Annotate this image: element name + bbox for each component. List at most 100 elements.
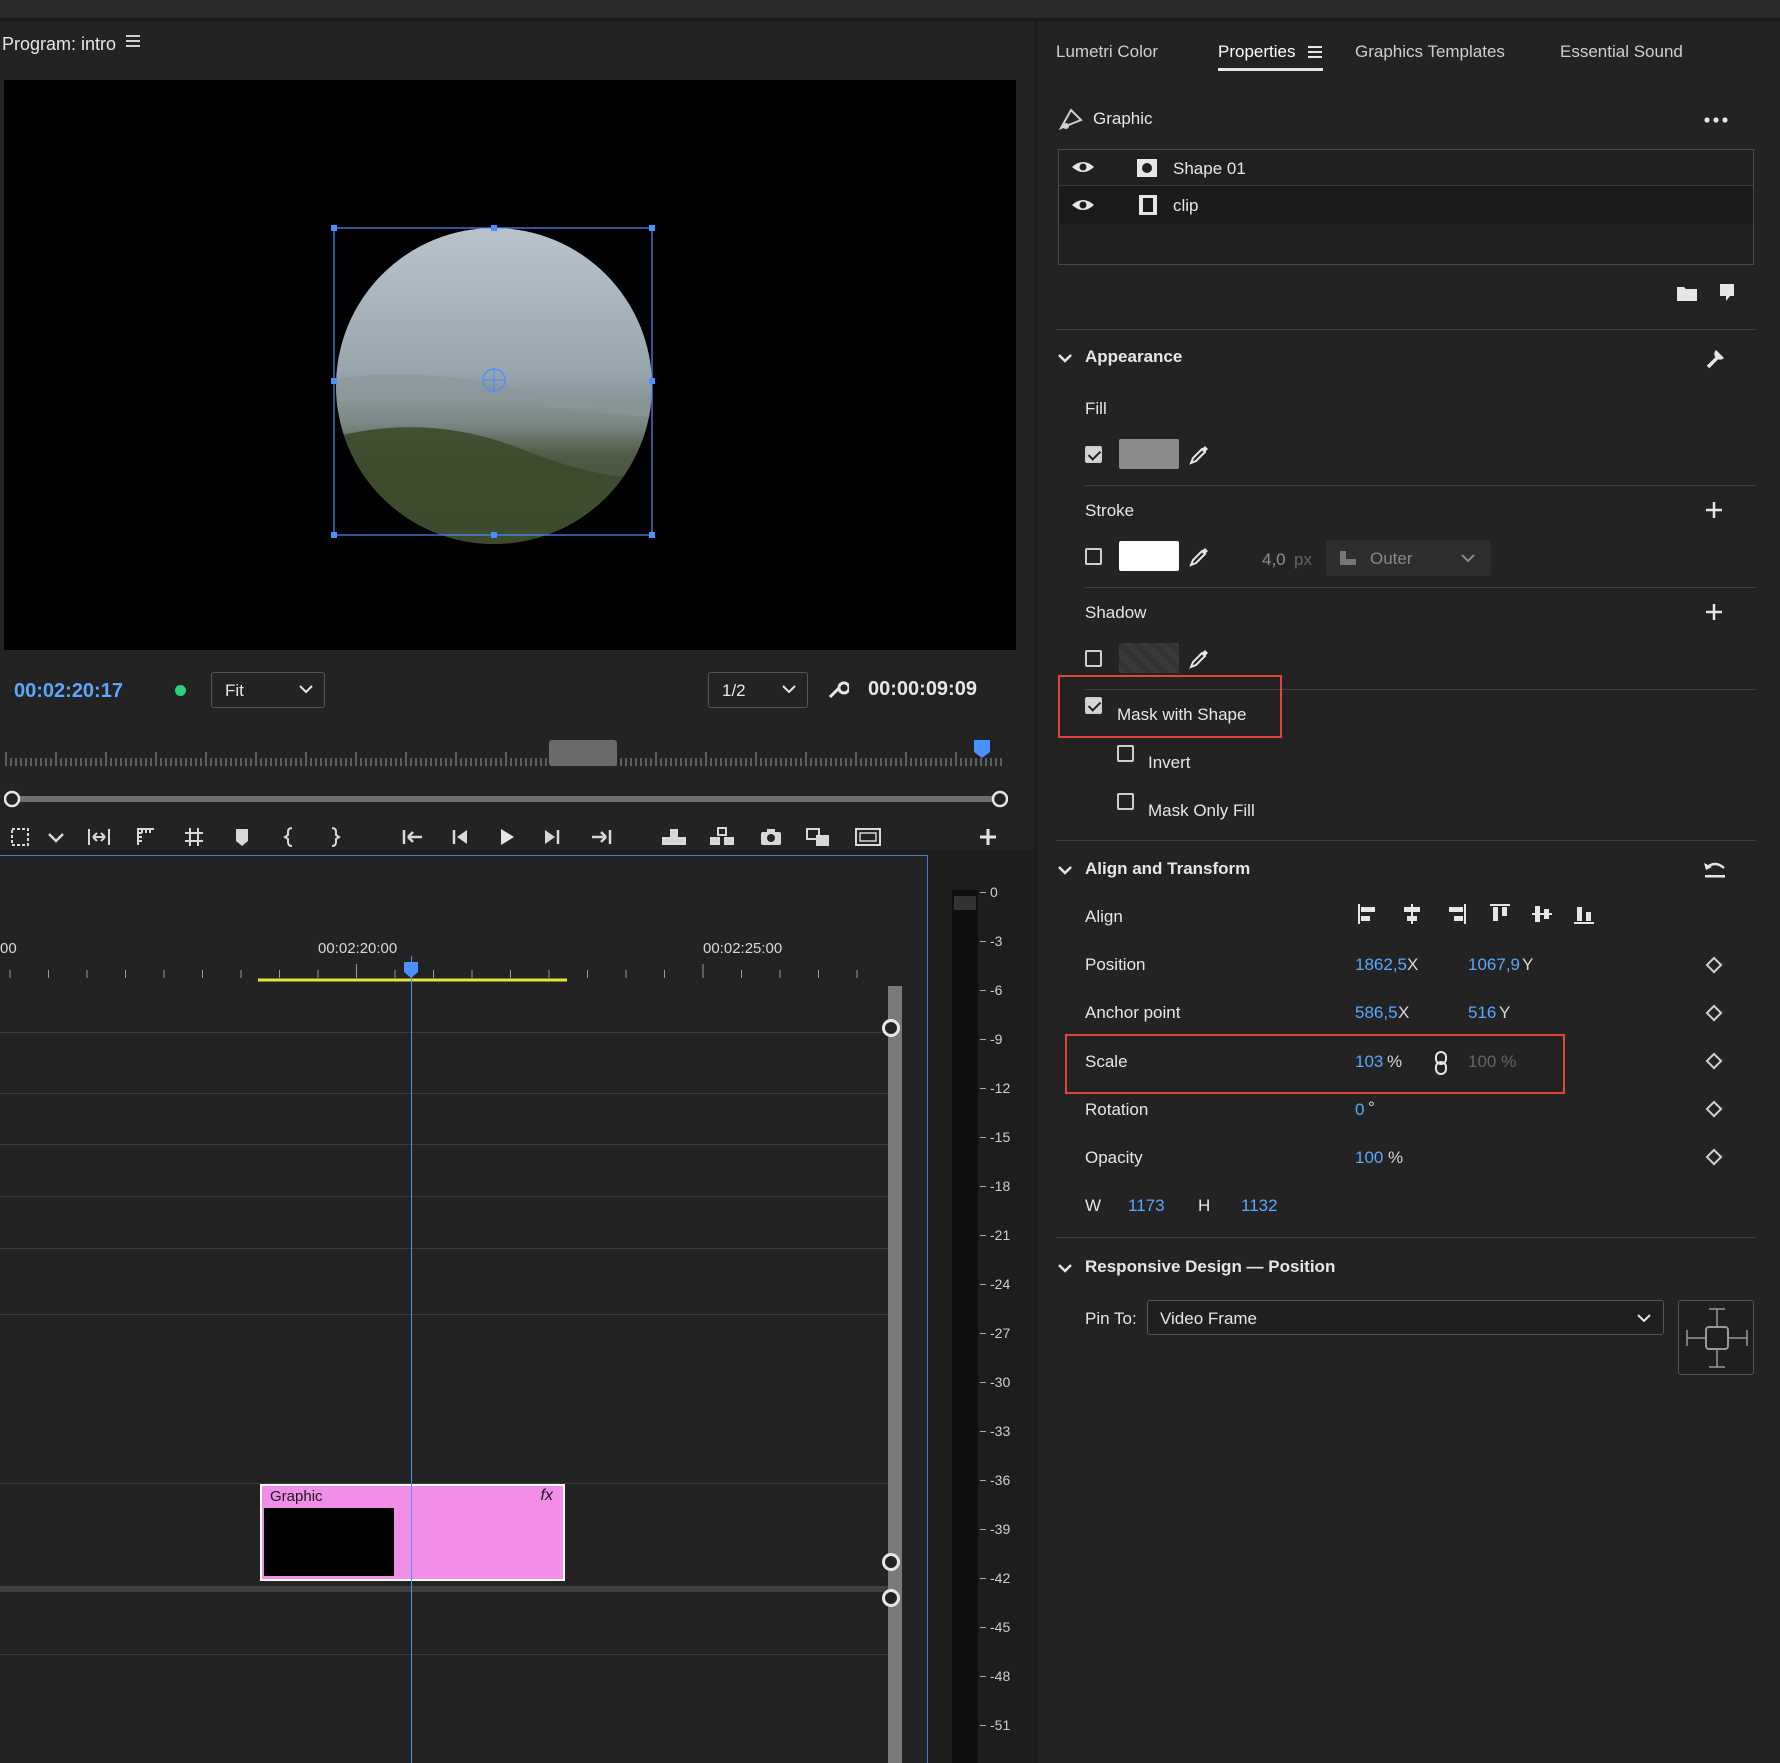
more-options-icon[interactable] bbox=[1704, 116, 1728, 124]
add-shadow-plus-icon[interactable] bbox=[1704, 602, 1724, 622]
mark-in-icon[interactable] bbox=[278, 825, 304, 851]
align-bottom-icon[interactable] bbox=[1572, 902, 1596, 926]
keyframe-toggle-icon[interactable] bbox=[1705, 1004, 1723, 1022]
scroll-handle[interactable] bbox=[882, 1553, 900, 1571]
layer-row[interactable]: Shape 01 bbox=[1059, 150, 1753, 186]
eyedropper-icon[interactable] bbox=[1188, 646, 1212, 670]
playback-resolution-dropdown[interactable]: 1/2 bbox=[708, 672, 808, 708]
appearance-section-title[interactable]: Appearance bbox=[1085, 347, 1182, 367]
chevron-down-icon[interactable] bbox=[1057, 864, 1073, 876]
export-frame-camera-icon[interactable] bbox=[758, 825, 784, 851]
mask-with-shape-checkbox[interactable] bbox=[1085, 697, 1102, 714]
stroke-color-swatch[interactable] bbox=[1119, 541, 1179, 571]
grid-icon[interactable] bbox=[182, 825, 208, 851]
keyframe-toggle-icon[interactable] bbox=[1705, 1148, 1723, 1166]
panel-menu-icon[interactable] bbox=[126, 34, 142, 52]
comparison-view-icon[interactable] bbox=[804, 825, 830, 851]
eyedropper-icon[interactable] bbox=[1188, 544, 1212, 568]
playhead-line[interactable] bbox=[411, 956, 412, 1763]
vertical-scrollbar[interactable] bbox=[888, 986, 902, 1763]
graphic-clip[interactable]: Graphic fx bbox=[260, 1484, 565, 1581]
layer-row[interactable]: clip bbox=[1059, 186, 1753, 224]
keyframe-toggle-icon[interactable] bbox=[1705, 1052, 1723, 1070]
wrench-icon[interactable] bbox=[1704, 346, 1728, 370]
select-zoom-icon[interactable] bbox=[8, 825, 34, 851]
chevron-down-icon[interactable] bbox=[1057, 1262, 1073, 1274]
tab-essential-sound[interactable]: Essential Sound bbox=[1560, 42, 1683, 62]
lift-icon[interactable] bbox=[660, 825, 686, 851]
tab-graphics-templates[interactable]: Graphics Templates bbox=[1355, 42, 1505, 62]
step-back-icon[interactable] bbox=[448, 825, 474, 851]
invert-checkbox[interactable] bbox=[1117, 745, 1134, 762]
timeline-ruler[interactable] bbox=[0, 960, 888, 984]
go-to-in-icon[interactable] bbox=[400, 825, 426, 851]
mask-with-shape-label[interactable]: Mask with Shape bbox=[1117, 705, 1246, 725]
new-layer-group-folder-icon[interactable] bbox=[1676, 284, 1698, 302]
go-to-out-icon[interactable] bbox=[588, 825, 614, 851]
tab-properties[interactable]: Properties bbox=[1218, 42, 1295, 62]
add-marker-icon[interactable] bbox=[230, 825, 256, 851]
ripple-trim-icon[interactable] bbox=[86, 825, 112, 851]
keyframe-toggle-icon[interactable] bbox=[1705, 1100, 1723, 1118]
eye-visibility-icon[interactable] bbox=[1071, 197, 1095, 213]
anchor-y-value[interactable]: 516 bbox=[1468, 1003, 1496, 1023]
timeline-panel[interactable]: 00 00:02:20:00 00:02:25:00 Graphic fx bbox=[0, 855, 928, 1763]
fill-color-swatch[interactable] bbox=[1119, 439, 1179, 469]
opacity-value[interactable]: 100 bbox=[1355, 1148, 1383, 1168]
link-scale-icon[interactable] bbox=[1434, 1051, 1448, 1075]
fill-checkbox[interactable] bbox=[1085, 446, 1102, 463]
responsive-design-section-title[interactable]: Responsive Design — Position bbox=[1085, 1257, 1335, 1277]
active-tab-indicator bbox=[1218, 68, 1323, 71]
pin-to-dropdown[interactable]: Video Frame bbox=[1147, 1300, 1664, 1335]
scale-value[interactable]: 103 bbox=[1355, 1052, 1383, 1072]
monitor-time-ruler[interactable] bbox=[4, 740, 1004, 770]
align-center-vertical-icon[interactable] bbox=[1530, 902, 1554, 926]
panel-menu-icon[interactable] bbox=[1308, 45, 1322, 61]
new-layer-icon[interactable] bbox=[1718, 282, 1736, 302]
extract-icon[interactable] bbox=[708, 825, 734, 851]
align-transform-section-title[interactable]: Align and Transform bbox=[1085, 859, 1250, 879]
shadow-color-swatch[interactable] bbox=[1119, 643, 1179, 673]
chevron-down-icon[interactable] bbox=[1057, 352, 1073, 364]
rotation-value[interactable]: 0 bbox=[1355, 1100, 1364, 1120]
chevron-down-icon[interactable] bbox=[44, 825, 70, 851]
reset-icon[interactable] bbox=[1702, 860, 1728, 880]
align-left-icon[interactable] bbox=[1356, 902, 1380, 926]
mask-only-fill-checkbox[interactable] bbox=[1117, 793, 1134, 810]
stroke-width-value[interactable]: 4,0 bbox=[1262, 550, 1286, 570]
tab-lumetri-color[interactable]: Lumetri Color bbox=[1056, 42, 1158, 62]
settings-wrench-icon[interactable] bbox=[827, 678, 849, 700]
add-stroke-plus-icon[interactable] bbox=[1704, 500, 1724, 520]
stroke-type-dropdown[interactable]: Outer bbox=[1326, 540, 1491, 576]
proxy-toggle-icon[interactable] bbox=[854, 825, 881, 851]
video-frame[interactable] bbox=[4, 80, 1016, 650]
scroll-handle[interactable] bbox=[882, 1589, 900, 1607]
position-x-value[interactable]: 1862,5 bbox=[1355, 955, 1407, 975]
play-icon[interactable] bbox=[494, 825, 520, 851]
keyframe-toggle-icon[interactable] bbox=[1705, 956, 1723, 974]
eye-visibility-icon[interactable] bbox=[1071, 159, 1095, 175]
safe-margins-icon[interactable] bbox=[134, 825, 160, 851]
height-value[interactable]: 1132 bbox=[1241, 1196, 1278, 1216]
width-value[interactable]: 1173 bbox=[1128, 1196, 1165, 1216]
invert-label[interactable]: Invert bbox=[1148, 753, 1191, 773]
stroke-checkbox[interactable] bbox=[1085, 548, 1102, 565]
eyedropper-icon[interactable] bbox=[1188, 442, 1212, 466]
timeline-ruler-label: 00:02:20:00 bbox=[318, 940, 398, 957]
anchor-x-value[interactable]: 586,5 bbox=[1355, 1003, 1398, 1023]
fx-badge[interactable]: fx bbox=[541, 1487, 553, 1505]
zoom-level-dropdown[interactable]: Fit bbox=[211, 672, 325, 708]
mask-only-fill-label[interactable]: Mask Only Fill bbox=[1148, 801, 1255, 821]
playhead-timecode[interactable]: 00:02:20:17 bbox=[14, 680, 123, 703]
align-right-icon[interactable] bbox=[1444, 902, 1468, 926]
zoom-scroll-bar[interactable] bbox=[4, 787, 1008, 811]
align-center-horizontal-icon[interactable] bbox=[1400, 902, 1424, 926]
position-y-value[interactable]: 1067,9 bbox=[1468, 955, 1520, 975]
mark-out-icon[interactable] bbox=[322, 825, 348, 851]
step-forward-icon[interactable] bbox=[540, 825, 566, 851]
button-editor-add-icon[interactable] bbox=[976, 825, 1002, 851]
shadow-checkbox[interactable] bbox=[1085, 650, 1102, 667]
pin-edges-widget[interactable] bbox=[1678, 1300, 1754, 1375]
scroll-handle[interactable] bbox=[882, 1019, 900, 1037]
align-top-icon[interactable] bbox=[1488, 902, 1512, 926]
